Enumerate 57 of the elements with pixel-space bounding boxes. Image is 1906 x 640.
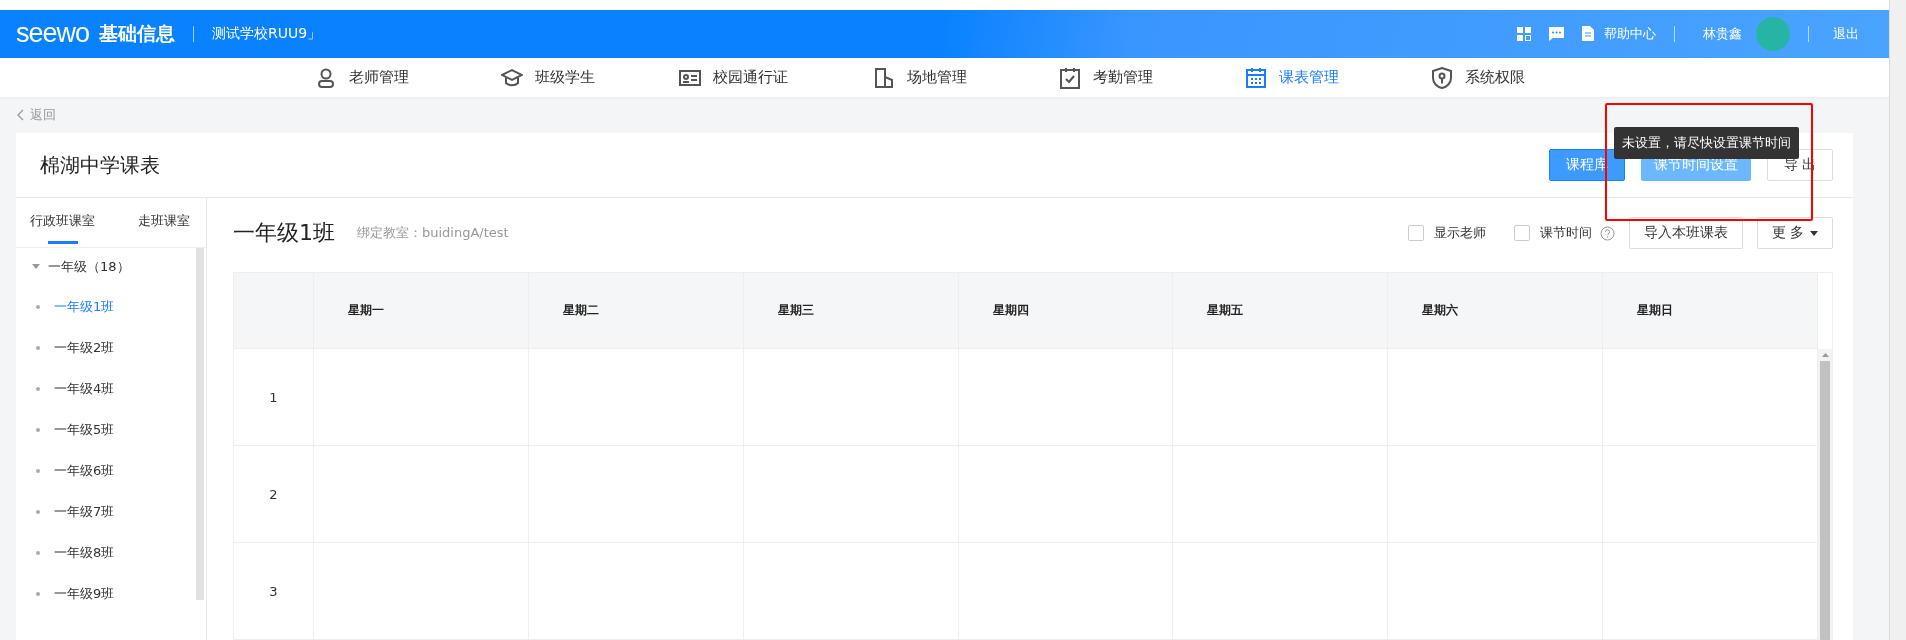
shield-key-icon: [1430, 66, 1453, 89]
class-item[interactable]: 一年级4班: [16, 368, 196, 409]
class-item[interactable]: 一年级7班: [16, 491, 196, 532]
help-icon[interactable]: [1599, 225, 1615, 241]
building-icon: [872, 66, 895, 89]
logo: seewo: [16, 18, 90, 50]
calendar-icon: [1244, 66, 1267, 89]
column-header: 星期五: [1173, 273, 1389, 349]
action-button[interactable]: 导入本班课表: [1628, 217, 1743, 249]
message-icon[interactable]: [1549, 26, 1564, 41]
checkbox[interactable]: [1513, 225, 1530, 241]
checkbox-label[interactable]: 课节时间: [1539, 224, 1592, 242]
caret-icon: [32, 264, 40, 270]
nav-tab[interactable]: 课表管理: [1198, 66, 1385, 89]
scrollbar[interactable]: [1818, 349, 1832, 640]
caret-icon: [1810, 230, 1818, 236]
grid-icon[interactable]: [1517, 26, 1531, 41]
app-name: 基础信息: [99, 20, 176, 46]
column-header: 星期六: [1388, 273, 1604, 349]
nav-tab[interactable]: 老师管理: [268, 66, 455, 89]
class-item[interactable]: 一年级5班: [16, 409, 196, 450]
class-item[interactable]: 一年级9班: [16, 573, 196, 614]
school-name[interactable]: 测试学校RUU9」: [212, 24, 322, 43]
column-header: 星期四: [958, 273, 1174, 349]
page-scrollbar[interactable]: [1889, 0, 1906, 640]
checkbox-label[interactable]: 显示老师: [1433, 224, 1486, 242]
nav-tab[interactable]: 班级学生: [454, 66, 641, 89]
period-number: 2: [234, 446, 314, 543]
avatar[interactable]: [1756, 16, 1790, 51]
checkbox[interactable]: [1407, 225, 1424, 241]
document-icon: [1582, 26, 1594, 42]
scroll-up-icon[interactable]: [1821, 353, 1829, 357]
column-header: 星期一: [314, 273, 529, 349]
classroom-label: 绑定教室：buidingA/test: [357, 224, 509, 242]
nav-tab[interactable]: 校园通行证: [640, 66, 827, 89]
nav-tab[interactable]: 系统权限: [1384, 66, 1571, 89]
class-title: 一年级1班: [233, 219, 335, 247]
class-item[interactable]: 一年级8班: [16, 532, 196, 573]
column-header: 星期日: [1603, 273, 1818, 349]
graduation-cap-icon: [500, 66, 523, 89]
class-item[interactable]: 一年级6班: [16, 450, 196, 491]
tree-group[interactable]: 一年级（18）: [16, 248, 196, 286]
clipboard-check-icon: [1058, 66, 1081, 89]
column-header: 星期三: [743, 273, 959, 349]
nav-tab[interactable]: 场地管理: [826, 66, 1013, 89]
period-number: 3: [234, 543, 314, 640]
page-title: 棉湖中学课表: [40, 151, 160, 179]
sidebar-tab[interactable]: 走班课室: [138, 198, 190, 247]
chevron-left-icon: [16, 109, 24, 121]
period-number: 1: [234, 349, 314, 446]
nav-tab[interactable]: 考勤管理: [1012, 66, 1199, 89]
tooltip: 未设置，请尽快设置课节时间: [1614, 127, 1799, 159]
scrollbar[interactable]: [196, 248, 204, 600]
action-button[interactable]: 更 多: [1756, 217, 1833, 249]
column-header: 星期二: [528, 273, 744, 349]
class-item[interactable]: 一年级2班: [16, 327, 196, 368]
class-item[interactable]: 一年级1班: [16, 286, 196, 327]
